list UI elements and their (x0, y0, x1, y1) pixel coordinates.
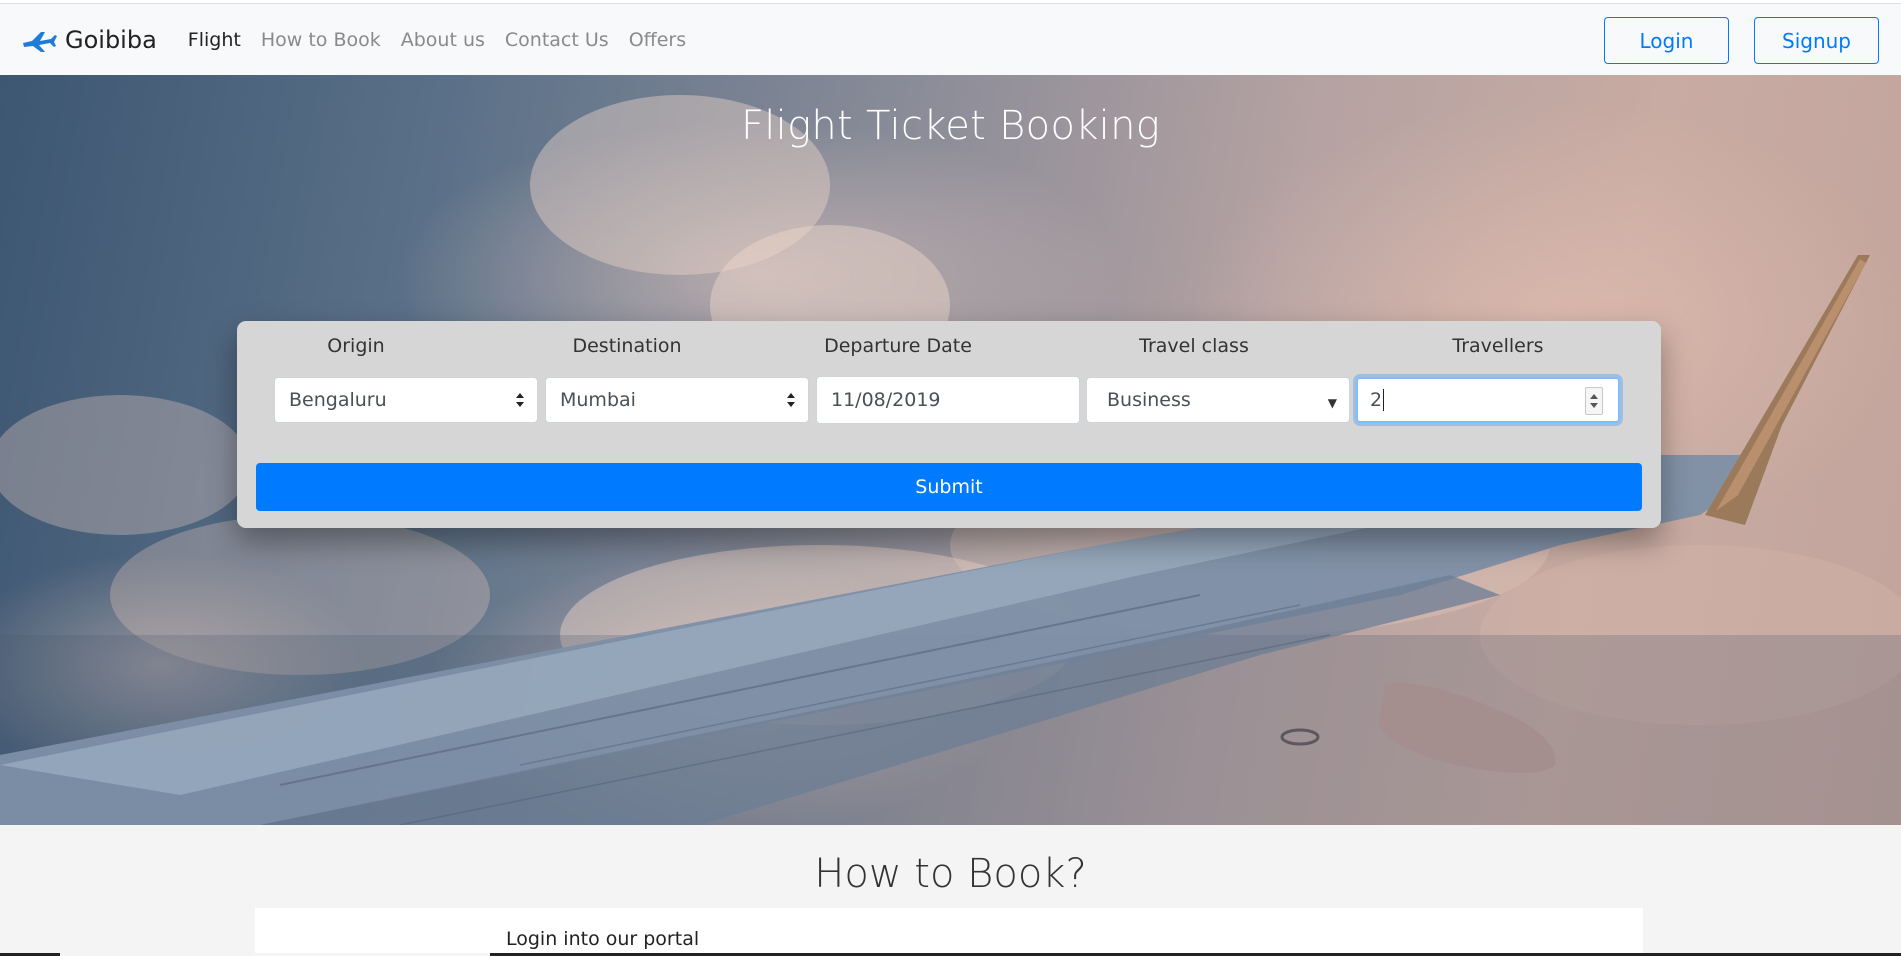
nav-link-about-us[interactable]: About us (401, 29, 485, 51)
brand[interactable]: Goibiba (21, 26, 157, 54)
nav-link-contact-us[interactable]: Contact Us (505, 29, 609, 51)
nav-links: Flight How to Book About us Contact Us O… (188, 29, 706, 51)
caret-down-icon: ▼ (1327, 396, 1337, 410)
submit-button[interactable]: Submit (256, 463, 1642, 511)
sort-arrows-icon (787, 393, 795, 407)
spinner-down-icon[interactable] (1590, 403, 1598, 408)
nav-link-flight[interactable]: Flight (188, 29, 241, 51)
origin-select[interactable]: Bengaluru (274, 377, 538, 423)
travellers-value: 2 (1370, 389, 1383, 411)
nav-link-offers[interactable]: Offers (629, 29, 686, 51)
signup-button[interactable]: Signup (1754, 17, 1879, 64)
navbar: Goibiba Flight How to Book About us Cont… (0, 3, 1901, 75)
how-to-book-section: How to Book? Login into our portal (0, 825, 1901, 956)
travellers-label: Travellers (1452, 335, 1544, 357)
origin-value: Bengaluru (289, 389, 387, 411)
airplane-icon (23, 31, 57, 52)
sort-arrows-icon (516, 393, 524, 407)
how-to-book-card: Login into our portal (255, 908, 1643, 956)
brand-name: Goibiba (65, 25, 157, 54)
booking-form: Origin Bengaluru Destination Mumbai Depa… (237, 321, 1661, 528)
how-to-book-step: Login into our portal (506, 928, 700, 950)
travel-class-value: Business (1107, 389, 1191, 411)
hero-section: Flight Ticket Booking Origin Bengaluru D… (0, 75, 1901, 825)
destination-select[interactable]: Mumbai (545, 377, 809, 423)
destination-label: Destination (572, 335, 682, 357)
travellers-input[interactable]: 2 (1356, 377, 1620, 423)
travel-class-label: Travel class (1139, 335, 1249, 357)
text-cursor (1383, 389, 1385, 411)
origin-label: Origin (327, 335, 385, 357)
page-title: Flight Ticket Booking (740, 103, 1161, 149)
departure-value: 11/08/2019 (831, 389, 941, 411)
how-to-book-title: How to Book? (814, 851, 1087, 897)
destination-value: Mumbai (560, 389, 636, 411)
travel-class-select[interactable]: Business ▼ (1086, 377, 1350, 423)
departure-date-input[interactable]: 11/08/2019 (816, 376, 1080, 424)
nav-link-how-to-book[interactable]: How to Book (261, 29, 381, 51)
departure-label: Departure Date (824, 335, 972, 357)
spinner-up-icon[interactable] (1590, 394, 1598, 399)
spinner-icon[interactable] (1585, 387, 1603, 415)
login-button[interactable]: Login (1604, 17, 1729, 64)
